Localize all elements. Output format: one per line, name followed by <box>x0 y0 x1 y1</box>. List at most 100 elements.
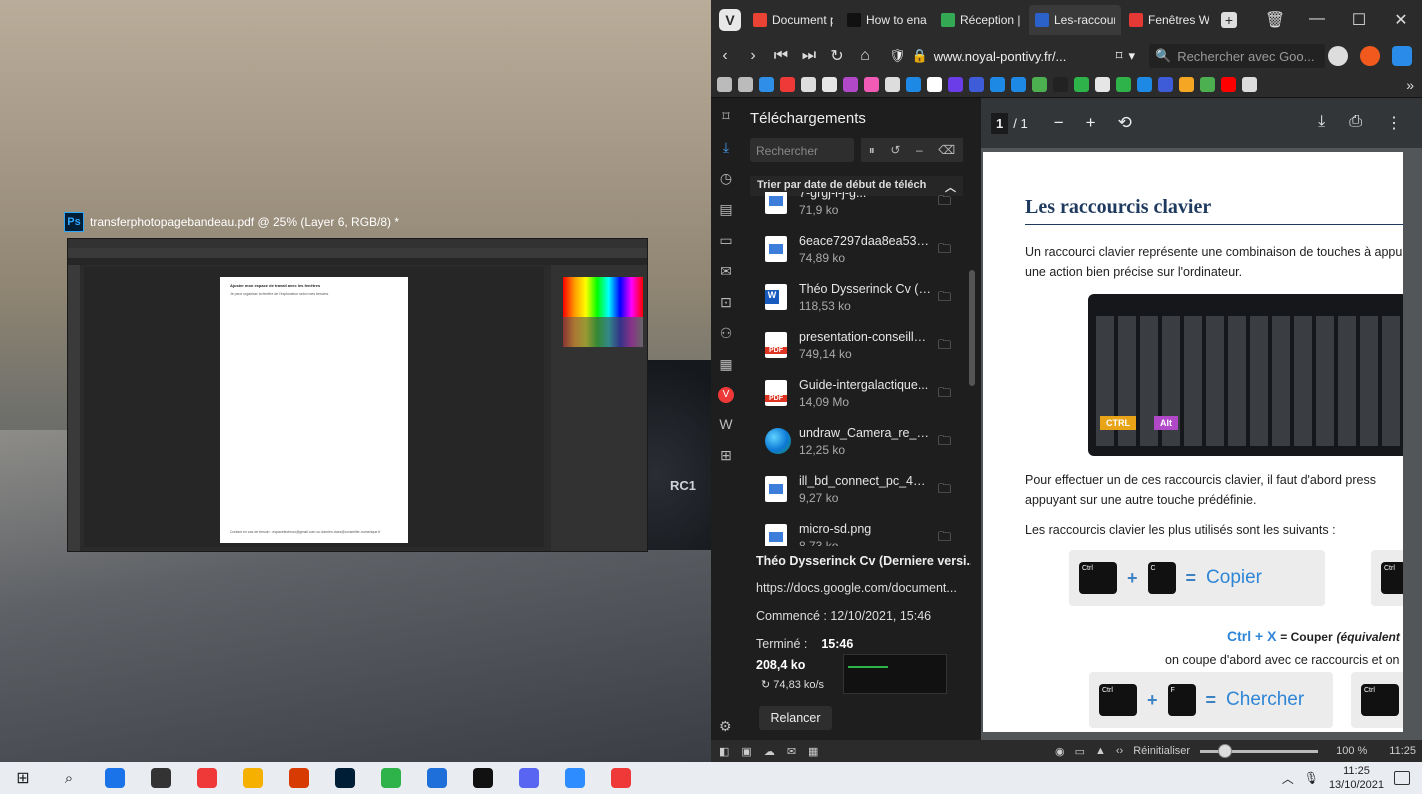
taskbar-app[interactable] <box>506 762 552 794</box>
clean-icon[interactable]: ⌫ <box>938 143 955 157</box>
taskbar-app[interactable] <box>322 762 368 794</box>
taskbar-app[interactable] <box>184 762 230 794</box>
browser-tab[interactable]: Fenêtres Wir <box>1123 5 1215 35</box>
folder-icon[interactable]: 🗀 <box>938 288 951 310</box>
bookmark-favicon-icon[interactable] <box>759 77 774 92</box>
bookmark-favicon-icon[interactable] <box>1200 77 1215 92</box>
bookmark-favicon-icon[interactable] <box>969 77 984 92</box>
chevron-down-icon[interactable]: ▾ <box>1128 48 1135 64</box>
trash-icon[interactable]: 🗑 <box>1254 10 1296 30</box>
bookmarks-panel-icon[interactable]: ⌑ <box>718 108 734 126</box>
browser-tab[interactable]: Réception | S <box>935 5 1027 35</box>
bookmark-favicon-icon[interactable] <box>864 77 879 92</box>
url-field[interactable]: 🛡 🔒 www.noyal-pontivy.fr/... ⌑ ▾ <box>883 44 1141 68</box>
bookmarks-more-button[interactable]: » <box>1406 77 1414 93</box>
chevron-up-icon[interactable]: ︿ <box>1282 770 1294 787</box>
downloads-search-input[interactable]: Rechercher <box>750 138 854 162</box>
downloads-scrollbar[interactable] <box>967 192 977 546</box>
image-icon[interactable]: ▲ <box>1095 745 1106 757</box>
taskbar-app[interactable] <box>138 762 184 794</box>
download-item[interactable]: ill_bd_connect_pc_480... 9,27 ko 🗀 <box>741 466 969 514</box>
minimize-button[interactable]: — <box>1296 10 1338 30</box>
bookmark-favicon-icon[interactable] <box>885 77 900 92</box>
folder-icon[interactable]: 🗀 <box>938 480 951 502</box>
reload-button[interactable]: ↻ <box>823 46 851 66</box>
code-icon[interactable]: ‹› <box>1116 745 1123 757</box>
taskbar-app[interactable] <box>414 762 460 794</box>
folder-icon[interactable]: 🗀 <box>938 336 951 358</box>
folder-icon[interactable]: 🗀 <box>938 384 951 406</box>
folder-icon[interactable]: 🗀 <box>938 432 951 454</box>
taskbar-clock[interactable]: 11:25 13/10/2021 <box>1329 764 1384 792</box>
back-button[interactable]: ‹ <box>711 47 739 65</box>
new-tab-button[interactable]: + <box>1221 12 1237 28</box>
taskbar-app[interactable] <box>368 762 414 794</box>
bookmark-favicon-icon[interactable] <box>822 77 837 92</box>
notification-icon[interactable] <box>1394 771 1410 785</box>
tile-icon[interactable]: ▣ <box>741 745 751 758</box>
add-panel-icon[interactable]: ⊞ <box>718 447 734 465</box>
bookmark-favicon-icon[interactable] <box>990 77 1005 92</box>
bookmark-favicon-icon[interactable] <box>1032 77 1047 92</box>
notes-panel-icon[interactable]: ▤ <box>718 201 734 219</box>
vivaldi-extension-icon[interactable] <box>1360 46 1380 66</box>
photoshop-window-title[interactable]: Ps transferphotopagebandeau.pdf @ 25% (L… <box>64 212 399 232</box>
pdf-viewer[interactable]: Les raccourcis clavier Un raccourci clav… <box>981 148 1422 740</box>
taskbar-app[interactable] <box>276 762 322 794</box>
taskbar-app[interactable] <box>598 762 644 794</box>
mail-panel-icon[interactable]: ✉ <box>718 263 734 281</box>
bookmark-favicon-icon[interactable] <box>1137 77 1152 92</box>
taskbar-search-button[interactable]: ⌕ <box>46 762 92 794</box>
bookmark-favicon-icon[interactable] <box>780 77 795 92</box>
more-options-icon[interactable]: ⋮ <box>1386 113 1402 133</box>
bookmark-favicon-icon[interactable] <box>1221 77 1236 92</box>
bookmark-favicon-icon[interactable] <box>843 77 858 92</box>
minus-icon[interactable]: – <box>916 143 923 157</box>
vivaldi-menu-icon[interactable]: V <box>719 9 741 31</box>
folder-icon[interactable]: 🗀 <box>938 192 951 214</box>
bookmark-favicon-icon[interactable] <box>738 77 753 92</box>
vivaldi-panel-icon[interactable]: V <box>718 387 734 403</box>
puzzle-extension-icon[interactable] <box>1392 46 1412 66</box>
download-item[interactable]: PDF Guide-intergalactique... 14,09 Mo 🗀 <box>741 370 969 418</box>
download-item[interactable]: 7-grgj-i-j-g... 71,9 ko 🗀 <box>741 192 969 226</box>
taskbar-app[interactable] <box>460 762 506 794</box>
microphone-icon[interactable]: 🎙 <box>1304 771 1319 785</box>
downloads-panel-icon[interactable]: ⤓ <box>718 139 734 157</box>
download-icon[interactable]: ⤓ <box>1318 113 1325 133</box>
home-button[interactable]: ⌂ <box>851 47 879 65</box>
bookmark-favicon-icon[interactable] <box>1074 77 1089 92</box>
rewind-button[interactable]: ⏮ <box>767 47 795 65</box>
browser-tab[interactable]: Les-raccourci <box>1029 5 1121 35</box>
photoshop-window-preview[interactable]: Ajuster mon espace de travail avec les f… <box>67 238 648 552</box>
close-button[interactable]: ✕ <box>1380 10 1422 30</box>
contacts-panel-icon[interactable]: ⚇ <box>718 325 734 343</box>
bookmark-favicon-icon[interactable] <box>1095 77 1110 92</box>
bookmark-favicon-icon[interactable] <box>801 77 816 92</box>
detail-url[interactable]: https://docs.google.com/document... <box>756 581 971 595</box>
mail-icon[interactable]: ✉ <box>787 745 796 758</box>
bookmark-favicon-icon[interactable] <box>1158 77 1173 92</box>
retry-button[interactable]: Relancer <box>759 706 832 730</box>
rotate-icon[interactable]: ⟲ <box>1118 113 1132 133</box>
zoom-slider[interactable] <box>1200 743 1319 758</box>
bookmark-favicon-icon[interactable] <box>1116 77 1131 92</box>
bookmark-favicon-icon[interactable] <box>1242 77 1257 92</box>
history-panel-icon[interactable]: ◷ <box>718 170 734 188</box>
page-number-input[interactable]: 1 <box>991 112 1009 134</box>
capture-icon[interactable]: ◉ <box>1055 745 1065 758</box>
start-button[interactable]: ⊞ <box>0 762 46 794</box>
zoom-in-button[interactable]: + <box>1086 113 1096 133</box>
wikipedia-panel-icon[interactable]: W <box>718 416 734 434</box>
download-item[interactable]: PDF presentation-conseille... 749,14 ko 🗀 <box>741 322 969 370</box>
tile-view-icon[interactable]: ▭ <box>1075 745 1085 758</box>
profile-avatar[interactable] <box>1328 46 1348 66</box>
calendar-icon[interactable]: ▦ <box>808 745 818 758</box>
download-item[interactable]: micro-sd.png 8,73 ko 🗀 <box>741 514 969 546</box>
panel-toggle-icon[interactable]: ◧ <box>719 745 729 758</box>
bookmark-favicon-icon[interactable] <box>1053 77 1068 92</box>
download-item[interactable]: W Théo Dysserinck Cv (D... 118,53 ko 🗀 <box>741 274 969 322</box>
reset-zoom-button[interactable]: Réinitialiser <box>1133 745 1190 757</box>
forward-button[interactable]: › <box>739 47 767 65</box>
bookmark-favicon-icon[interactable] <box>717 77 732 92</box>
